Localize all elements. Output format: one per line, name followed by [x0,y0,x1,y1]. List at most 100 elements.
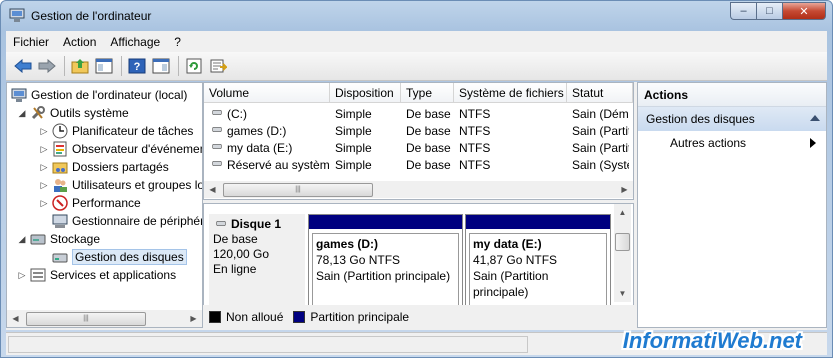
tree-item-stockage[interactable]: ◢ Stockage [17,230,101,248]
watermark-logo: InformatiWeb.net [622,328,802,353]
expand-arrow-icon[interactable]: ▷ [39,144,49,155]
legend-unallocated: Non alloué [226,309,284,324]
minimize-button[interactable]: – [730,2,756,20]
tree-label: Planificateur de tâches [72,124,194,138]
menu-action[interactable]: Action [56,35,103,49]
cell-statut: Sain (Partition principale) [572,140,629,155]
expand-arrow-icon[interactable]: ▷ [39,180,49,191]
actions-section-gestion-disques[interactable]: Gestion des disques [638,107,826,131]
computer-management-icon [11,88,27,102]
tree-label: Gestion de l'ordinateur (local) [31,88,188,102]
services-icon [30,268,46,282]
column-header-fs[interactable]: Système de fichiers [454,83,567,102]
actions-item-autres[interactable]: Autres actions [638,131,826,155]
cell-fs: NTFS [459,140,491,155]
show-hide-tree-icon[interactable] [93,55,115,77]
cell-statut: Sain (Système) [572,157,629,172]
tree-label: Dossiers partagés [72,160,169,174]
disk-state: En ligne [213,262,257,276]
tree-label: Outils système [50,106,129,120]
partition-games[interactable]: games (D:) 78,13 Go NTFS Sain (Partition… [308,214,463,312]
tree-item-root[interactable]: Gestion de l'ordinateur (local) [11,86,187,104]
menu-help[interactable]: ? [167,35,188,49]
volume-list-horizontal-scrollbar[interactable]: ◀ ||| ▶ [204,181,633,198]
help-icon[interactable]: ? [126,55,148,77]
cell-volume: (C:) [227,106,247,121]
expand-arrow-icon[interactable]: ▷ [17,270,27,281]
cell-fs: NTFS [459,106,491,121]
up-folder-icon[interactable] [69,55,91,77]
partition-mydata[interactable]: my data (E:) 41,87 Go NTFS Sain (Partiti… [465,214,611,312]
collapse-arrow-icon[interactable]: ◢ [17,234,27,245]
close-button[interactable]: ✕ [782,2,826,20]
scroll-thumb[interactable]: ||| [26,311,146,326]
forward-arrow-icon[interactable] [36,55,58,77]
cell-type: De base [406,157,451,172]
actions-item-label: Autres actions [670,136,747,150]
tree-item-utilisateurs[interactable]: ▷ Utilisateurs et groupes locaux [39,176,202,194]
status-cell [8,336,528,353]
table-row[interactable]: games (D:) Simple De base NTFS Sain (Par… [204,122,629,139]
tree-item-observateur[interactable]: ▷ Observateur d'événements [39,140,202,158]
disk-view-vertical-scrollbar[interactable]: ▲ ▼ [614,204,631,302]
disk-info[interactable]: Disque 1 De base 120,00 Go En ligne [209,214,305,312]
column-header-volume[interactable]: Volume [204,83,330,102]
tree-horizontal-scrollbar[interactable]: ◀ ||| ▶ [7,310,202,327]
collapse-up-icon[interactable] [810,115,820,121]
expand-arrow-icon[interactable]: ▷ [39,162,49,173]
cell-type: De base [406,140,451,155]
volume-icon [212,160,222,166]
partition-name: games (D:) [316,237,379,251]
legend-swatch-primary [293,310,306,323]
title-bar[interactable]: Gestion de l'ordinateur – □ ✕ [1,1,832,31]
users-icon [54,179,67,192]
cell-volume: games (D:) [227,123,287,138]
scroll-up-icon[interactable]: ▲ [614,204,631,221]
collapse-arrow-icon[interactable]: ◢ [17,108,27,119]
scroll-thumb[interactable] [615,233,630,251]
export-icon[interactable] [207,55,229,77]
scroll-thumb[interactable]: ||| [223,182,373,197]
tree-item-gestionnaire[interactable]: Gestionnaire de périphériques [52,212,202,230]
disk-management-icon [52,253,68,263]
cell-disposition: Simple [335,106,372,121]
scroll-left-icon[interactable]: ◀ [204,181,221,198]
tree-item-dossiers-partages[interactable]: ▷ Dossiers partagés [39,158,169,176]
cell-disposition: Simple [335,157,372,172]
tree-item-planificateur[interactable]: ▷ Planificateur de tâches [39,122,193,140]
column-header-statut[interactable]: Statut [567,83,633,102]
submenu-arrow-icon [810,138,816,148]
back-arrow-icon[interactable] [12,55,34,77]
tree-item-outils-systeme[interactable]: ◢ Outils système [17,104,129,122]
table-row[interactable]: (C:) Simple De base NTFS Sain (Démarrer) [204,105,629,122]
partition-name: my data (E:) [473,237,542,251]
legend: Non alloué Partition principale [203,305,634,328]
legend-primary: Partition principale [310,309,410,324]
column-header-type[interactable]: Type [401,83,454,102]
toolbar-separator [121,56,122,76]
table-row[interactable]: my data (E:) Simple De base NTFS Sain (P… [204,139,629,156]
column-header-disposition[interactable]: Disposition [330,83,401,102]
disk-icon [216,220,226,226]
scroll-right-icon[interactable]: ▶ [616,181,633,198]
scroll-right-icon[interactable]: ▶ [185,310,202,327]
volume-icon [212,126,222,132]
tree-item-services[interactable]: ▷ Services et applications [17,266,177,284]
scroll-down-icon[interactable]: ▼ [614,285,631,302]
expand-arrow-icon[interactable]: ▷ [39,126,49,137]
menu-affichage[interactable]: Affichage [103,35,167,49]
tree-item-performance[interactable]: ▷ Performance [39,194,141,212]
client-area: Gestion de l'ordinateur (local) ◢ Outils… [6,82,827,330]
event-viewer-icon [53,141,67,157]
menu-fichier[interactable]: Fichier [6,35,56,49]
properties-pane-icon[interactable] [150,55,172,77]
legend-swatch-unallocated [209,310,221,323]
refresh-icon[interactable] [183,55,205,77]
maximize-button[interactable]: □ [756,2,782,20]
tree-item-gestion-disques[interactable]: Gestion des disques [52,248,187,266]
table-row[interactable]: Réservé au système Simple De base NTFS S… [204,156,629,173]
scroll-left-icon[interactable]: ◀ [7,310,24,327]
volume-list: Volume Disposition Type Système de fichi… [203,82,634,200]
device-manager-icon [52,214,68,228]
expand-arrow-icon[interactable]: ▷ [39,198,49,209]
